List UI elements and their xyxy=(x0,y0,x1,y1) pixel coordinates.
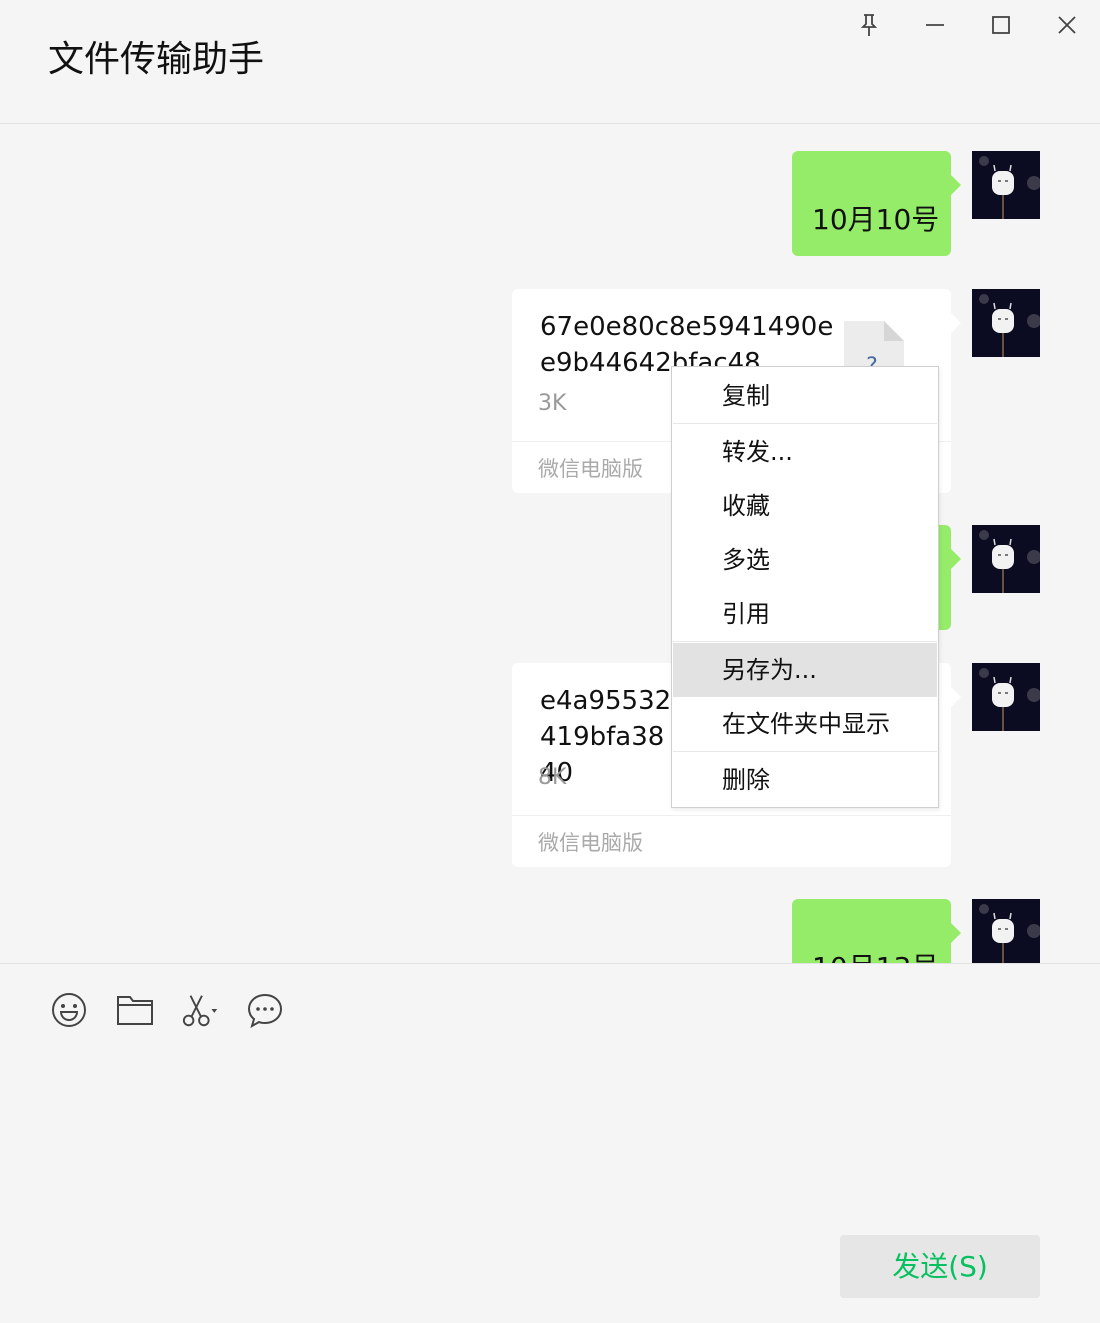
menu-item-copy[interactable]: 复制 xyxy=(673,369,937,423)
minimize-icon[interactable] xyxy=(920,10,950,40)
file-size: 3K xyxy=(538,391,567,416)
context-menu: 复制 转发... 收藏 多选 引用 另存为... 在文件夹中显示 删除 xyxy=(671,366,939,808)
menu-separator xyxy=(673,423,937,424)
menu-item-multiselect[interactable]: 多选 xyxy=(673,533,937,587)
file-source: 微信电脑版 xyxy=(538,457,643,481)
message-text: 10月13号 xyxy=(812,951,939,963)
pin-icon[interactable] xyxy=(854,10,884,40)
avatar[interactable] xyxy=(972,151,1040,219)
screenshot-scissors-icon[interactable] xyxy=(181,990,221,1030)
chat-history-icon[interactable] xyxy=(245,990,285,1030)
avatar[interactable] xyxy=(972,289,1040,357)
message-input-area[interactable]: 发送(S) xyxy=(0,963,1100,1323)
menu-item-show-in-folder[interactable]: 在文件夹中显示 xyxy=(673,697,937,751)
emoji-icon[interactable] xyxy=(49,990,89,1030)
file-source: 微信电脑版 xyxy=(538,831,643,855)
menu-item-favorite[interactable]: 收藏 xyxy=(673,479,937,533)
maximize-icon[interactable] xyxy=(986,10,1016,40)
text-message-bubble[interactable]: 10月10号 xyxy=(792,151,961,256)
send-button[interactable]: 发送(S) xyxy=(840,1235,1040,1298)
menu-item-delete[interactable]: 删除 xyxy=(673,753,937,807)
avatar[interactable] xyxy=(972,899,1040,963)
title-bar: 文件传输助手 xyxy=(0,0,1100,124)
avatar[interactable] xyxy=(972,525,1040,593)
divider xyxy=(512,815,951,816)
menu-item-forward[interactable]: 转发... xyxy=(673,425,937,479)
close-icon[interactable] xyxy=(1052,10,1082,40)
menu-item-save-as[interactable]: 另存为... xyxy=(673,643,937,697)
file-size: 8K xyxy=(538,765,567,790)
message-text: 10月10号 xyxy=(812,203,940,236)
menu-item-quote[interactable]: 引用 xyxy=(673,587,937,641)
menu-separator xyxy=(673,641,937,642)
menu-separator xyxy=(673,751,937,752)
chat-title: 文件传输助手 xyxy=(48,39,265,80)
avatar[interactable] xyxy=(972,663,1040,731)
folder-icon[interactable] xyxy=(115,990,155,1030)
text-message-bubble[interactable]: 10月13号 xyxy=(792,899,961,963)
